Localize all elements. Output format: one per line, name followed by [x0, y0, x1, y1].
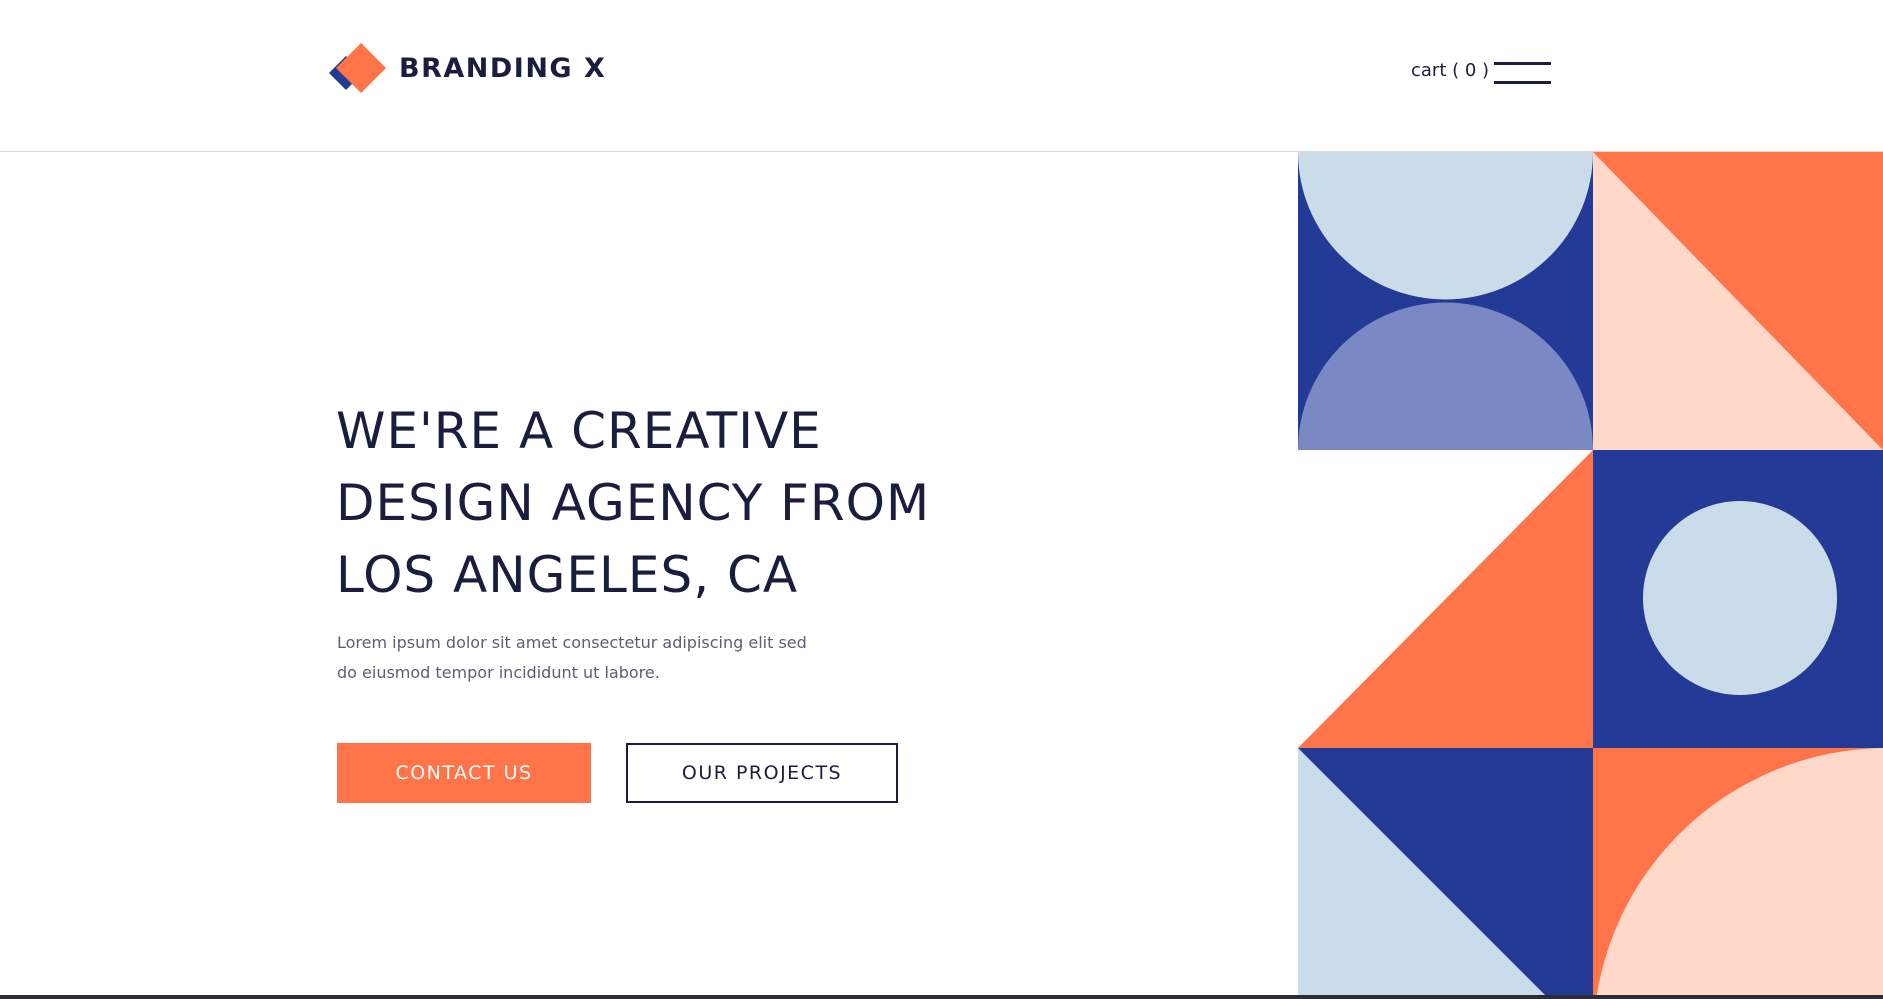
hero-title: WE'RE A CREATIVE DESIGN AGENCY FROM LOS … [336, 395, 976, 611]
menu-bar-bottom [1494, 81, 1551, 84]
tile-blue-triangle [1298, 748, 1593, 995]
tile-diagonal-orange [1593, 152, 1883, 450]
window-bottom-edge [0, 995, 1883, 999]
tile-half-circles [1298, 152, 1593, 450]
hero-title-line: WE'RE A CREATIVE [336, 402, 822, 460]
our-projects-button[interactable]: OUR PROJECTS [626, 743, 898, 803]
hero-description: Lorem ipsum dolor sit amet consectetur a… [337, 628, 807, 688]
brand-logo[interactable]: BRANDING X [329, 43, 606, 93]
tile-circle [1593, 450, 1883, 748]
menu-bar-top [1494, 62, 1551, 65]
hero-title-line: LOS ANGELES, CA [336, 546, 799, 604]
site-header: BRANDING X cart ( 0 ) [0, 0, 1883, 151]
tile-quarter-circle [1593, 748, 1883, 995]
diamond-logo-icon [329, 43, 386, 93]
geometric-pattern-illustration [1298, 152, 1883, 995]
geometric-art-panel [1298, 152, 1883, 995]
cart-link[interactable]: cart ( 0 ) [1411, 60, 1489, 81]
hamburger-menu-icon[interactable] [1494, 59, 1551, 86]
brand-name: BRANDING X [399, 52, 607, 84]
hero-title-line: DESIGN AGENCY FROM [336, 474, 931, 532]
hero-description-line: do eiusmod tempor incididunt ut labore. [337, 663, 660, 682]
hero-description-line: Lorem ipsum dolor sit amet consectetur a… [337, 633, 807, 652]
tile-orange-triangle [1298, 450, 1593, 748]
contact-us-button[interactable]: CONTACT US [337, 743, 591, 803]
